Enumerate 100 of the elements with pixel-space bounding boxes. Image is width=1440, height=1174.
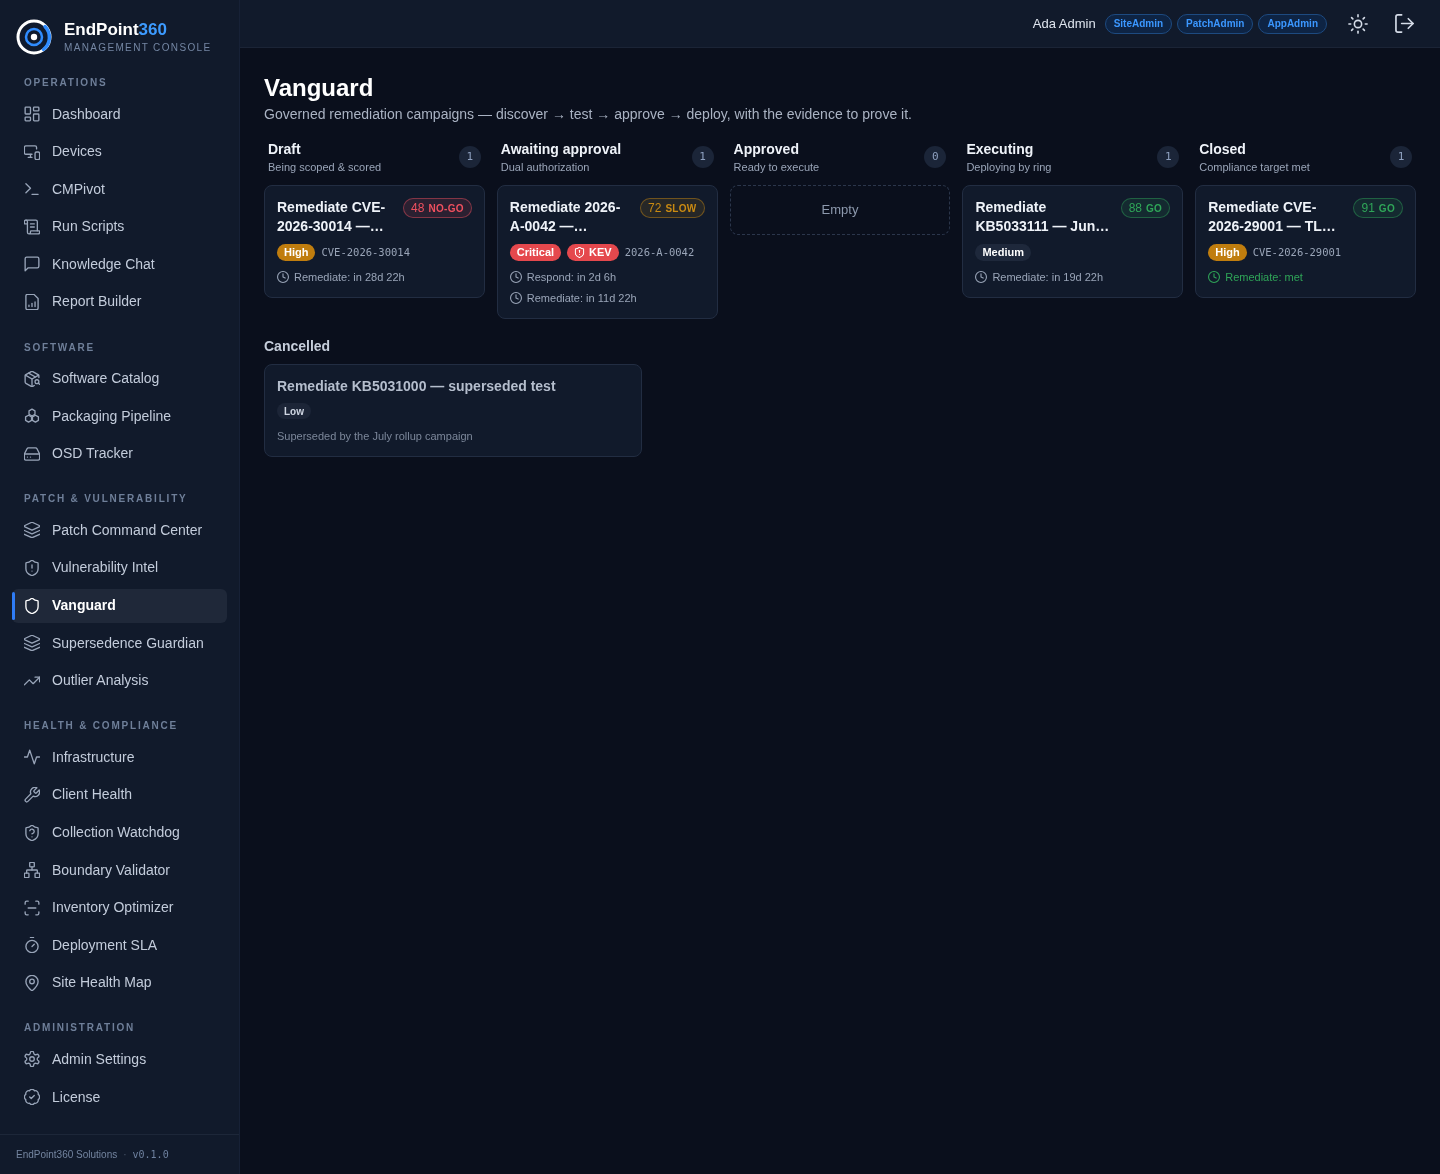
column-title: Executing	[966, 141, 1035, 158]
card-title: Remediate CVE-2026-30014 —…	[277, 198, 387, 236]
shield-alert-icon	[574, 247, 586, 258]
map-pin-icon	[24, 974, 40, 991]
sidebar-link[interactable]: Deployment SLA	[12, 928, 227, 963]
reference-id: CVE-2026-29001	[1252, 244, 1342, 260]
sidebar-link[interactable]: Client Health	[12, 777, 227, 812]
role-badge: SiteAdmin	[1104, 13, 1173, 34]
sidebar-link[interactable]: Vulnerability Intel	[12, 550, 227, 585]
column-title: Closed	[1199, 141, 1247, 158]
column-subtitle: Dual authorization	[500, 160, 591, 175]
score-badge: 91 GO	[1353, 198, 1403, 218]
dashboard-icon	[24, 106, 40, 122]
sidebar-link[interactable]: Inventory Optimizer	[12, 890, 227, 925]
clock-icon	[509, 292, 522, 304]
page-title: Vanguard	[264, 74, 375, 102]
terminal-icon	[24, 181, 40, 198]
footer-separator: ·	[123, 1148, 127, 1162]
sidebar-link[interactable]: OSD Tracker	[12, 436, 227, 471]
clock-icon	[277, 271, 289, 283]
sidebar-link[interactable]: CMPivot	[12, 172, 227, 207]
reference-id: 2026-A-0042	[624, 244, 695, 260]
role-badge: AppAdmin	[1258, 13, 1327, 34]
deadline-text: Remediate: in 28d 22h	[294, 270, 405, 285]
sidebar-link[interactable]: Outlier Analysis	[12, 663, 227, 698]
sidebar-link[interactable]: Patch Command Center	[12, 513, 227, 548]
column-title: Awaiting approval	[500, 141, 622, 158]
severity-badge: High	[1208, 244, 1247, 261]
column-count: 1	[1390, 146, 1412, 168]
kev-label: KEV	[589, 245, 612, 261]
severity-badge: Critical	[509, 244, 562, 261]
clock-icon	[1208, 271, 1221, 283]
sidebar-link[interactable]: Dashboard	[12, 97, 227, 131]
column-count: 1	[458, 146, 481, 168]
severity-badge: Medium	[975, 244, 1031, 261]
campaign-card[interactable]: Remediate CVE-2026-30014 —… 48 NO-GO High CVE-2026-30014 Remediate: in 28d 22h	[264, 185, 485, 298]
sun-icon	[1348, 13, 1368, 34]
shield-question-icon	[24, 824, 40, 841]
version-label: v0.1.0	[132, 1148, 169, 1162]
brand-tagline: MANAGEMENT CONSOLE	[64, 42, 212, 54]
sidebar-link[interactable]: Vanguard	[12, 588, 227, 623]
sidebar-link[interactable]: Admin Settings	[12, 1042, 227, 1077]
cubes-icon	[24, 408, 40, 425]
sidebar-link[interactable]: Report Builder	[12, 284, 227, 319]
campaign-card[interactable]: Remediate 2026-A-0042 —… 72 SLOW Critical KEV 2026-A-0042 Respond: in 2d 6h Remediate: in 11d 22h	[496, 185, 718, 319]
network-icon	[24, 862, 40, 879]
package-search-icon	[24, 370, 40, 387]
score-badge: 72 SLOW	[640, 198, 705, 218]
score-badge: 48 NO-GO	[403, 198, 472, 218]
sidebar-link[interactable]: Collection Watchdog	[12, 815, 227, 850]
nav-section-label: SOFTWARE	[23, 341, 97, 354]
sidebar-link[interactable]: Knowledge Chat	[12, 247, 227, 282]
page-subtitle: Governed remediation campaigns — discover → test → approve → deploy, with the evidence to prove it.	[264, 105, 913, 124]
column-count: 0	[924, 146, 947, 168]
section-heading: Cancelled	[264, 338, 332, 355]
shield-alert-icon	[24, 559, 40, 576]
sidebar-link[interactable]: Boundary Validator	[12, 853, 227, 888]
reference-id: CVE-2026-30014	[321, 244, 410, 260]
card-title: Remediate KB5031000 — superseded test	[277, 377, 557, 396]
nav-section-label: HEALTH & COMPLIANCE	[23, 720, 179, 733]
sidebar-link[interactable]: Software Catalog	[12, 361, 227, 396]
sidebar-link[interactable]: Infrastructure	[12, 740, 227, 775]
sidebar-link[interactable]: Site Health Map	[12, 965, 227, 1000]
nav-section-label: OPERATIONS	[23, 77, 109, 89]
clock-icon	[975, 271, 988, 283]
sidebar-link[interactable]: Devices	[12, 134, 227, 169]
severity-badge: Low	[277, 403, 311, 419]
sidebar-link[interactable]: License	[12, 1080, 227, 1115]
deadline-text: Remediate: in 19d 22h	[992, 270, 1104, 285]
devices-icon	[24, 143, 40, 160]
campaign-card[interactable]: Remediate KB5031000 — superseded test Low Superseded by the July rollup campaign	[264, 364, 642, 457]
campaign-card[interactable]: Remediate KB5033111 — Jun… 88 GO Medium Remediate: in 19d 22h	[962, 185, 1184, 298]
card-title: Remediate 2026-A-0042 —…	[509, 198, 622, 236]
campaign-card[interactable]: Remediate CVE-2026-29001 — TL… 91 GO High CVE-2026-29001 Remediate: met	[1195, 185, 1416, 298]
column-count: 1	[1157, 146, 1180, 168]
card-title: Remediate KB5033111 — Jun…	[975, 198, 1111, 236]
deadline-text: Remediate: met	[1225, 270, 1303, 285]
hard-drive-icon	[24, 445, 40, 462]
layers-icon	[24, 635, 40, 652]
wrench-icon	[24, 786, 40, 803]
score-badge: 88 GO	[1120, 198, 1171, 218]
settings-icon	[24, 1051, 40, 1068]
deadline-text: Remediate: in 11d 22h	[526, 291, 637, 306]
scan-line-icon	[24, 899, 40, 916]
empty-drop-zone[interactable]: Empty	[729, 185, 951, 235]
scroll-icon	[24, 218, 40, 235]
sidebar-link[interactable]: Run Scripts	[12, 209, 227, 244]
brand-name: EndPoint360	[64, 20, 168, 40]
nav-section-label: ADMINISTRATION	[23, 1022, 137, 1035]
column-subtitle: Ready to execute	[733, 160, 820, 175]
column-title: Draft	[268, 141, 302, 158]
chart-document-icon	[24, 293, 40, 310]
sidebar-link[interactable]: Packaging Pipeline	[12, 399, 227, 434]
nav-section-label: PATCH & VULNERABILITY	[23, 493, 189, 506]
column-subtitle: Being scoped & scored	[268, 160, 382, 175]
pulse-icon	[24, 749, 40, 766]
sidebar-link[interactable]: Supersedence Guardian	[12, 626, 227, 661]
column-subtitle: Deploying by ring	[966, 160, 1052, 175]
column-title: Approved	[733, 141, 800, 158]
timer-icon	[24, 937, 40, 954]
